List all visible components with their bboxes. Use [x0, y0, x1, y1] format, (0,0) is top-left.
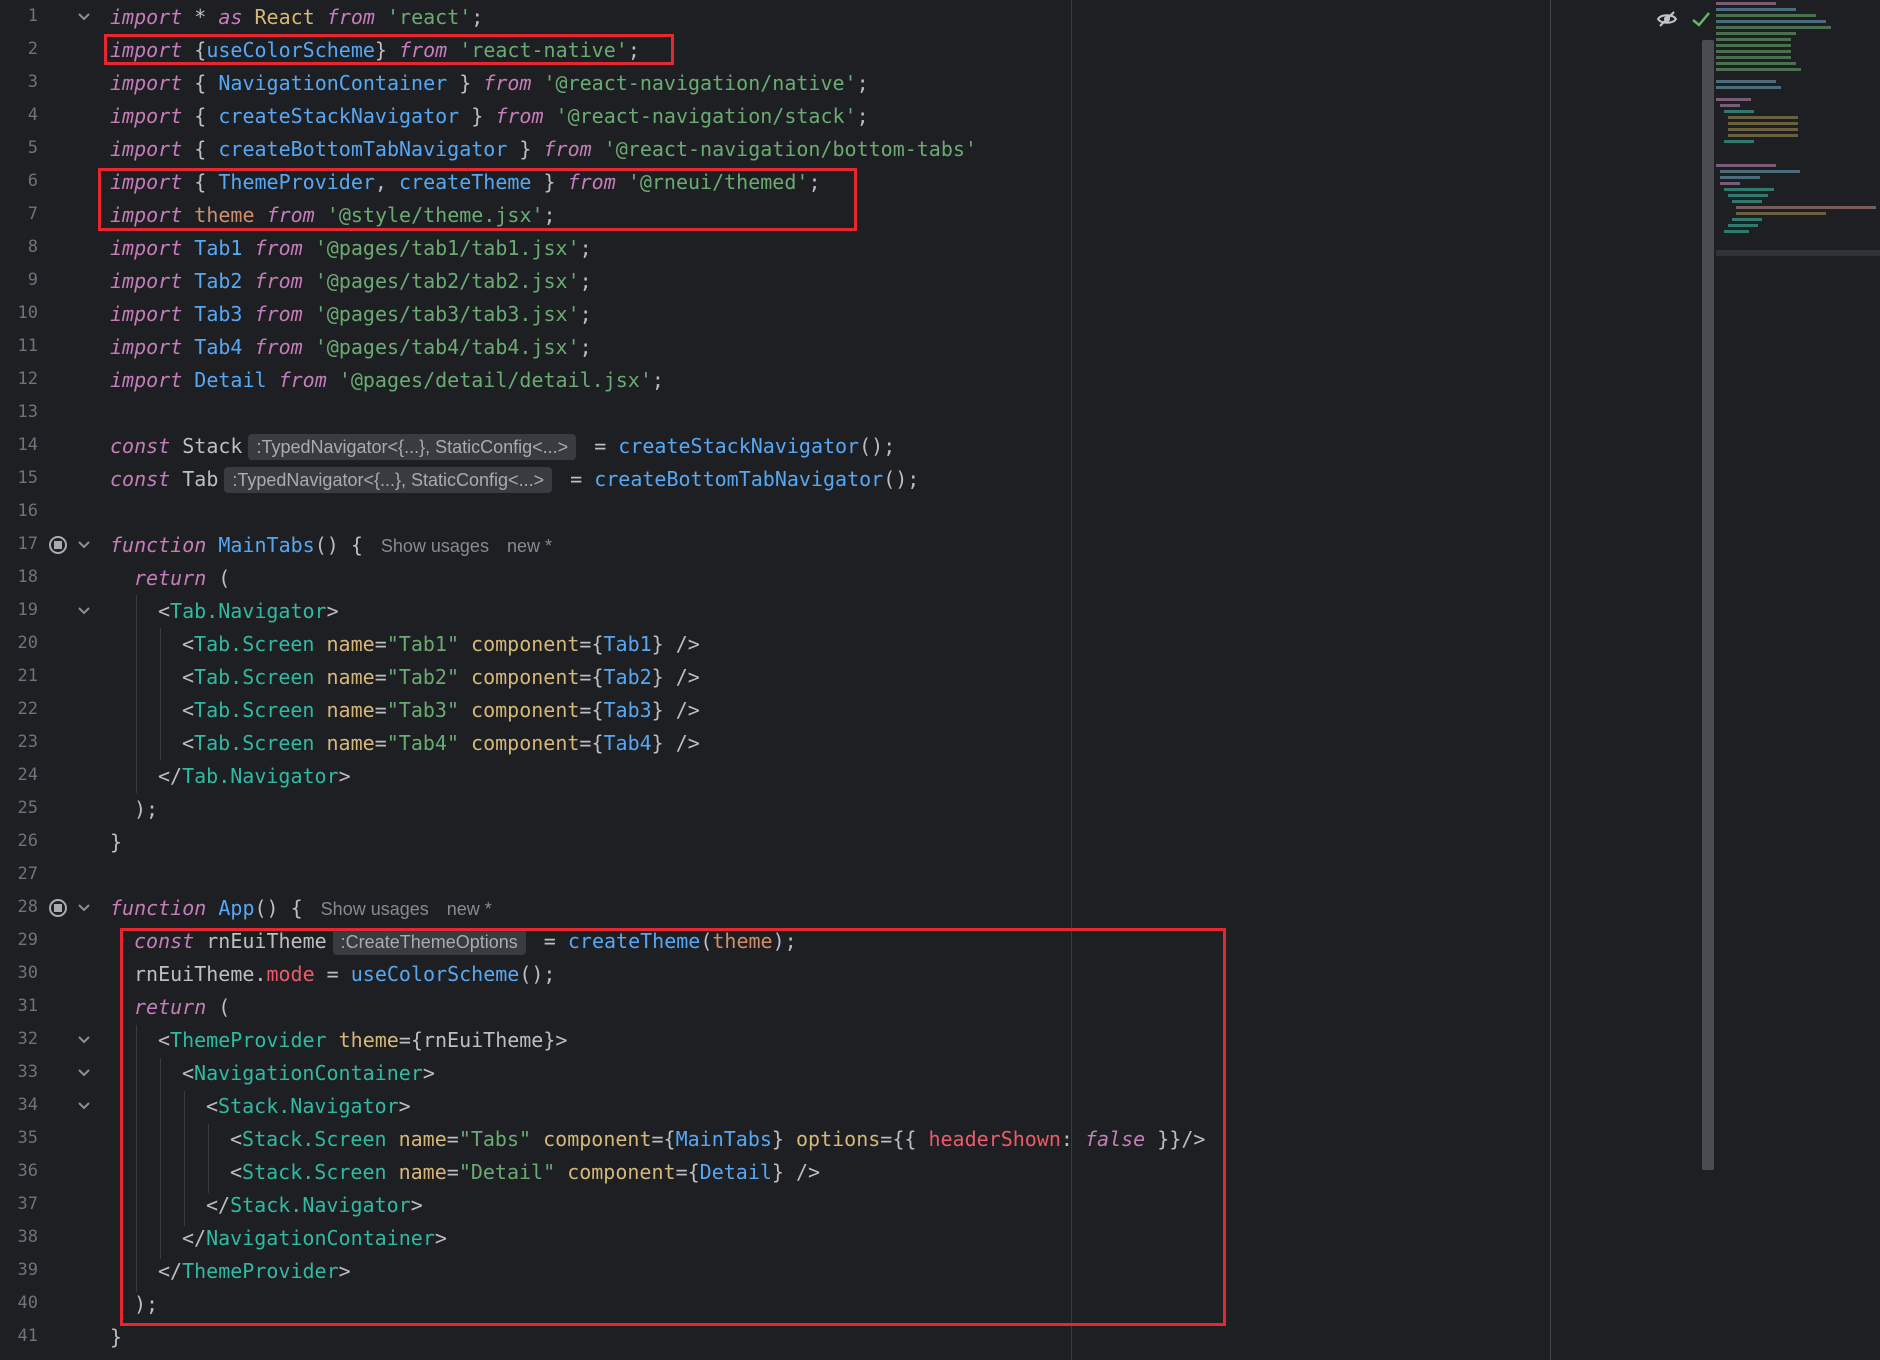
- author-lens[interactable]: new *: [447, 899, 492, 919]
- line-number: 27: [17, 864, 38, 884]
- chevron-down-icon[interactable]: [77, 1033, 91, 1047]
- code-line: <Tab.Screen name="Tab2" component={Tab2}…: [182, 665, 700, 689]
- chevron-down-icon[interactable]: [77, 901, 91, 915]
- show-usages-link[interactable]: Show usages: [381, 536, 489, 556]
- code-line: import Tab2 from '@pages/tab2/tab2.jsx';: [110, 269, 592, 293]
- run-gutter-icon[interactable]: [48, 535, 68, 555]
- line-number: 14: [17, 435, 38, 455]
- code-line: <Tab.Screen name="Tab3" component={Tab3}…: [182, 698, 700, 722]
- line-number: 6: [27, 171, 38, 191]
- line-number: 1: [27, 6, 38, 26]
- line-number: 12: [17, 369, 38, 389]
- code-line: import { createStackNavigator } from '@r…: [110, 104, 869, 128]
- code-line: import { createBottomTabNavigator } from…: [110, 137, 977, 161]
- line-number: 41: [17, 1326, 38, 1346]
- line-number: 23: [17, 732, 38, 752]
- line-number: 32: [17, 1029, 38, 1049]
- line-number: 19: [17, 600, 38, 620]
- line-number: 15: [17, 468, 38, 488]
- code-line: <Tab.Screen name="Tab1" component={Tab1}…: [182, 632, 700, 656]
- line-number: 21: [17, 666, 38, 686]
- line-number: 11: [17, 336, 38, 356]
- code-line: import * as React from 'react';: [110, 5, 484, 29]
- code-line: }: [110, 830, 123, 854]
- editor-gutter[interactable]: 1 2 3 4 5 6 7 8 9 10 11 12 13 14 15 16 1…: [0, 0, 106, 1360]
- highlight-box: [120, 928, 1226, 1326]
- code-line: <Tab.Screen name="Tab4" component={Tab4}…: [182, 731, 700, 755]
- code-line: import Detail from '@pages/detail/detail…: [110, 368, 664, 392]
- line-number: 4: [27, 105, 38, 125]
- eye-off-icon[interactable]: [1656, 8, 1678, 34]
- code-line: import { NavigationContainer } from '@re…: [110, 71, 869, 95]
- line-number: 38: [17, 1227, 38, 1247]
- line-number: 18: [17, 567, 38, 587]
- type-hint[interactable]: :TypedNavigator<{...}, StaticConfig<...>: [248, 434, 577, 460]
- line-number: 29: [17, 930, 38, 950]
- line-number: 36: [17, 1161, 38, 1181]
- chevron-down-icon[interactable]: [77, 1066, 91, 1080]
- code-line: import Tab1 from '@pages/tab1/tab1.jsx';: [110, 236, 592, 260]
- chevron-down-icon[interactable]: [77, 10, 91, 24]
- line-number: 10: [17, 303, 38, 323]
- line-number: 20: [17, 633, 38, 653]
- code-line: import Tab3 from '@pages/tab3/tab3.jsx';: [110, 302, 592, 326]
- line-number: 30: [17, 963, 38, 983]
- line-number: 13: [17, 402, 38, 422]
- line-number: 40: [17, 1293, 38, 1313]
- highlight-box: [98, 168, 857, 231]
- line-number: 9: [27, 270, 38, 290]
- line-number: 39: [17, 1260, 38, 1280]
- chevron-down-icon[interactable]: [77, 1099, 91, 1113]
- line-number: 26: [17, 831, 38, 851]
- code-line: const Stack:TypedNavigator<{...}, Static…: [110, 434, 896, 460]
- code-line: return (: [134, 566, 231, 590]
- code-line: function App() {Show usages new *: [110, 896, 492, 920]
- line-number: 33: [17, 1062, 38, 1082]
- line-number: 31: [17, 996, 38, 1016]
- code-editor[interactable]: 1 2 3 4 5 6 7 8 9 10 11 12 13 14 15 16 1…: [0, 0, 1880, 1360]
- line-number: 7: [27, 204, 38, 224]
- line-number: 25: [17, 798, 38, 818]
- line-number: 35: [17, 1128, 38, 1148]
- code-line: );: [134, 797, 159, 821]
- line-number: 24: [17, 765, 38, 785]
- show-usages-link[interactable]: Show usages: [321, 899, 429, 919]
- chevron-down-icon[interactable]: [77, 538, 91, 552]
- line-number: 34: [17, 1095, 38, 1115]
- code-line: function MainTabs() {Show usages new *: [110, 533, 552, 557]
- highlight-box: [104, 34, 674, 65]
- line-number: 16: [17, 501, 38, 521]
- type-hint[interactable]: :TypedNavigator<{...}, StaticConfig<...>: [224, 467, 553, 493]
- code-minimap[interactable]: [1700, 0, 1880, 260]
- run-gutter-icon[interactable]: [48, 898, 68, 918]
- line-number: 3: [27, 72, 38, 92]
- code-line: <Tab.Navigator>: [158, 599, 339, 623]
- code-line: const Tab:TypedNavigator<{...}, StaticCo…: [110, 467, 920, 493]
- line-number: 28: [17, 897, 38, 917]
- chevron-down-icon[interactable]: [77, 604, 91, 618]
- code-line: </Tab.Navigator>: [158, 764, 351, 788]
- line-number: 17: [17, 534, 38, 554]
- author-lens[interactable]: new *: [507, 536, 552, 556]
- line-number: 5: [27, 138, 38, 158]
- code-line: import Tab4 from '@pages/tab4/tab4.jsx';: [110, 335, 592, 359]
- line-number: 37: [17, 1194, 38, 1214]
- line-number: 22: [17, 699, 38, 719]
- line-number: 2: [27, 39, 38, 59]
- line-number: 8: [27, 237, 38, 257]
